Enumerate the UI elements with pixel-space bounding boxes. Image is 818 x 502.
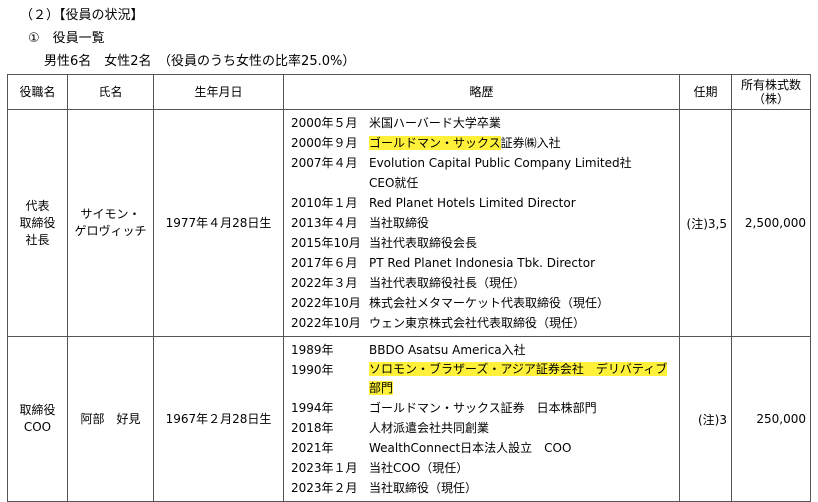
history-entry: 2022年３月 当社代表取締役社長（現任） bbox=[291, 273, 679, 293]
history-date: 2000年５月 bbox=[291, 116, 358, 130]
officer-position: 代表 取締役 社長 bbox=[7, 109, 68, 337]
history-entry: 2000年５月 米国ハーバード大学卒業 bbox=[291, 113, 679, 133]
history-date bbox=[291, 173, 369, 193]
history-description: 当社取締役 bbox=[369, 216, 430, 230]
history-date: 2023年２月 bbox=[291, 481, 358, 495]
officer-history: 2000年５月 米国ハーバード大学卒業 2000年９月 ゴールドマン・サックス証券㈱入… bbox=[283, 109, 680, 337]
history-entry: 2023年２月 当社取締役（現任） bbox=[291, 478, 679, 498]
history-description: PT Red Planet Indonesia Tbk. Director bbox=[369, 256, 596, 270]
officer-term: (注)3,5 bbox=[679, 109, 732, 337]
history-entry: 2023年１月 当社COO（現任） bbox=[291, 458, 679, 478]
history-entry: 2021年 WealthConnect日本法人設立 COO bbox=[291, 438, 679, 458]
history-date: 2000年９月 bbox=[291, 136, 358, 150]
history-date: 2021年 bbox=[291, 441, 334, 455]
history-entry: 2022年10月 ウェン東京株式会社代表取締役（現任） bbox=[291, 313, 679, 333]
history-date: 2022年10月 bbox=[291, 296, 361, 310]
officer-shares: 250,000 bbox=[731, 336, 811, 502]
header-shares: 所有株式数（株） bbox=[731, 74, 811, 110]
history-date: 2018年 bbox=[291, 421, 334, 435]
highlighted-text: ソロモン・ブラザーズ・アジア証券会社 デリバティブ部門 bbox=[369, 362, 668, 395]
history-description: Evolution Capital Public Company Limited… bbox=[369, 156, 632, 170]
history-date: 2017年６月 bbox=[291, 256, 358, 270]
history-entry: 2000年９月 ゴールドマン・サックス証券㈱入社 bbox=[291, 133, 679, 153]
history-entry: 1994年 ゴールドマン・サックス証券 日本株部門 bbox=[291, 398, 679, 418]
header-name: 氏名 bbox=[67, 74, 154, 110]
header-history: 略歴 bbox=[283, 74, 680, 110]
officer-birthdate: 1977年４月28日生 bbox=[153, 109, 284, 337]
officer-history: 1989年 BBDO Asatsu America入社 1990年 ソロモン・ブラザー… bbox=[283, 336, 680, 502]
history-entry: 2018年 人材派遣会社共同創業 bbox=[291, 418, 679, 438]
history-date: 2022年３月 bbox=[291, 276, 358, 290]
history-date: 2022年10月 bbox=[291, 316, 361, 330]
header-birthdate: 生年月日 bbox=[153, 74, 284, 110]
history-description: 米国ハーバード大学卒業 bbox=[369, 116, 501, 130]
history-description: ソロモン・ブラザーズ・アジア証券会社 デリバティブ部門 bbox=[369, 360, 669, 398]
history-description: CEO就任 bbox=[369, 176, 419, 190]
history-description: 当社代表取締役会長 bbox=[369, 236, 478, 250]
history-date: 1994年 bbox=[291, 401, 334, 415]
history-description: 当社取締役（現任） bbox=[369, 481, 478, 495]
officer-name: 阿部 好見 bbox=[67, 336, 154, 502]
history-description: 当社COO（現任） bbox=[369, 461, 469, 475]
history-entry: 2010年１月 Red Planet Hotels Limited Directo… bbox=[291, 193, 679, 213]
history-description: 当社代表取締役社長（現任） bbox=[369, 276, 526, 290]
history-entry: 2022年10月 株式会社メタマーケット代表取締役（現任） bbox=[291, 293, 679, 313]
subsection-heading: ① 役員一覧 bbox=[28, 31, 105, 46]
history-date: 2015年10月 bbox=[291, 236, 361, 250]
history-entry: 2015年10月 当社代表取締役会長 bbox=[291, 233, 679, 253]
history-entry: 2007年４月 Evolution Capital Public Company … bbox=[291, 153, 679, 173]
officer-row: 代表 取締役 社長 サイモン・ ゲロヴィッチ 1977年４月28日生 2000年５月 米国ハー… bbox=[7, 109, 811, 337]
header-term: 任期 bbox=[679, 74, 732, 110]
history-date: 2013年４月 bbox=[291, 216, 358, 230]
header-position: 役職名 bbox=[7, 74, 68, 110]
highlighted-text: ゴールドマン・サックス bbox=[369, 136, 501, 150]
history-description: 人材派遣会社共同創業 bbox=[369, 421, 490, 435]
history-entry: 1990年 ソロモン・ブラザーズ・アジア証券会社 デリバティブ部門 bbox=[291, 360, 679, 398]
history-description: ゴールドマン・サックス証券 日本株部門 bbox=[369, 401, 597, 415]
officer-position: 取締役 COO bbox=[7, 336, 68, 502]
officer-shares: 2,500,000 bbox=[731, 109, 811, 337]
history-date: 2007年４月 bbox=[291, 156, 358, 170]
officer-birthdate: 1967年２月28日生 bbox=[153, 336, 284, 502]
officer-term: (注)3 bbox=[679, 336, 732, 502]
officer-name: サイモン・ ゲロヴィッチ bbox=[67, 109, 154, 337]
history-entry: 2017年６月 PT Red Planet Indonesia Tbk. Dire… bbox=[291, 253, 679, 273]
header-shares-label: 所有株式数（株） bbox=[740, 78, 801, 106]
history-entry: 2013年４月 当社取締役 bbox=[291, 213, 679, 233]
history-description: Red Planet Hotels Limited Director bbox=[369, 196, 576, 210]
history-description: WealthConnect日本法人設立 COO bbox=[369, 441, 572, 455]
officer-row: 取締役 COO 阿部 好見 1967年２月28日生 1989年 BBDO Asatsu A… bbox=[7, 336, 811, 502]
history-description: BBDO Asatsu America入社 bbox=[369, 343, 526, 357]
section-heading: （２）【役員の状況】 bbox=[20, 8, 144, 23]
gender-ratio-summary: 男性6名 女性2名 （役員のうち女性の比率25.0%） bbox=[44, 54, 356, 69]
history-description: ウェン東京株式会社代表取締役（現任） bbox=[369, 316, 586, 330]
officers-table: 役職名 氏名 生年月日 略歴 任期 所有株式数（株） 代表 取締役 社長 サイモン・ゲ… bbox=[7, 74, 811, 502]
history-description: 株式会社メタマーケット代表取締役（現任） bbox=[369, 296, 610, 310]
history-date: 1989年 bbox=[291, 343, 334, 357]
history-entry: 1989年 BBDO Asatsu America入社 bbox=[291, 340, 679, 360]
table-header-row: 役職名 氏名 生年月日 略歴 任期 所有株式数（株） bbox=[7, 74, 811, 110]
history-entry: CEO就任 bbox=[291, 173, 679, 193]
history-date: 2023年１月 bbox=[291, 461, 358, 475]
history-description: ゴールドマン・サックス証券㈱入社 bbox=[369, 136, 561, 150]
history-date: 2010年１月 bbox=[291, 196, 358, 210]
history-date: 1990年 bbox=[291, 363, 334, 377]
